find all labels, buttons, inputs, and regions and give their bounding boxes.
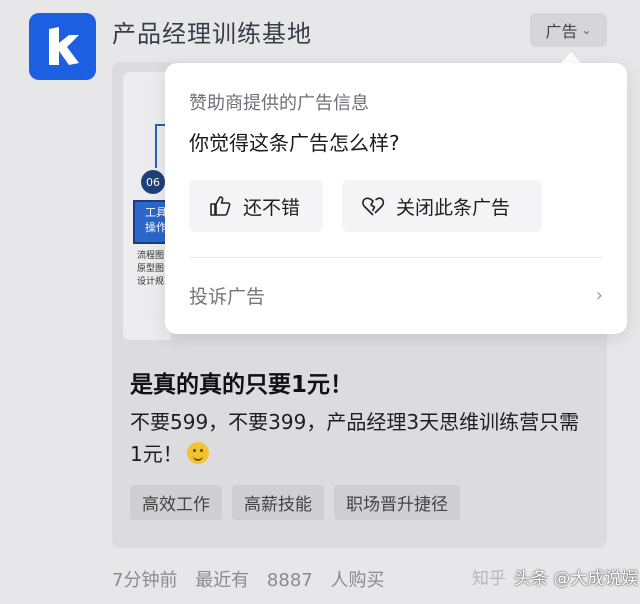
thumb-caption-line: 设计规 <box>137 277 165 287</box>
tag-list: 高效工作 高薪技能 职场晋升捷径 <box>130 485 460 520</box>
watermark-overlay: 头条 @大成说娱 <box>514 569 639 589</box>
chevron-down-icon: ⌄ <box>581 23 592 37</box>
thumb-caption-line: 流程图 <box>137 251 165 261</box>
like-label: 还不错 <box>243 196 301 219</box>
ad-body: 不要599，不要399，产品经理3天思维训练营只需1元！ <box>130 406 590 470</box>
ad-feedback-popup: 赞助商提供的广告信息 你觉得这条广告怎么样? 还不错 关闭此条广告 投诉广告 › <box>165 63 627 334</box>
ad-meta: 7分钟前 最近有 8887 人购买 <box>112 566 384 592</box>
close-ad-button[interactable]: 关闭此条广告 <box>342 180 542 232</box>
report-ad-label: 投诉广告 <box>189 285 266 308</box>
thumb-step-number: 06 <box>141 170 165 194</box>
chevron-right-icon: › <box>595 284 603 306</box>
ad-thumbnail[interactable]: 06 工具 操作 流程图 原型图 设计规 <box>123 72 171 340</box>
k-logo-icon <box>49 27 79 65</box>
popup-subtitle: 赞助商提供的广告信息 <box>189 93 369 114</box>
tag[interactable]: 职场晋升捷径 <box>334 485 460 520</box>
thumbs-up-icon <box>210 196 231 216</box>
popup-divider <box>189 257 603 258</box>
account-name[interactable]: 产品经理训练基地 <box>112 14 312 49</box>
ad-menu-button[interactable]: 广告 ⌄ <box>530 13 607 47</box>
buyer-count: 最近有 8887 人购买 <box>195 570 385 591</box>
broken-heart-icon <box>362 197 385 216</box>
smile-emoji-icon <box>186 442 209 464</box>
like-ad-button[interactable]: 还不错 <box>189 180 323 232</box>
thumb-caption-line: 原型图 <box>137 264 165 274</box>
report-ad-row[interactable]: 投诉广告 › <box>189 277 603 313</box>
thumb-connector <box>155 124 157 168</box>
popup-question: 你觉得这条广告怎么样? <box>189 131 400 155</box>
tag[interactable]: 高薪技能 <box>232 485 324 520</box>
thumb-caption: 流程图 原型图 设计规 <box>137 250 164 289</box>
ad-label: 广告 <box>545 22 578 41</box>
watermark-left: 知乎 <box>472 569 506 589</box>
ad-headline[interactable]: 是真的真的只要1元！ <box>130 365 353 399</box>
account-logo[interactable] <box>29 13 96 80</box>
tag[interactable]: 高效工作 <box>130 485 222 520</box>
post-time: 7分钟前 <box>112 570 178 591</box>
close-ad-label: 关闭此条广告 <box>396 196 511 219</box>
watermark: 知乎 头条 @大成说娱 <box>472 564 638 589</box>
